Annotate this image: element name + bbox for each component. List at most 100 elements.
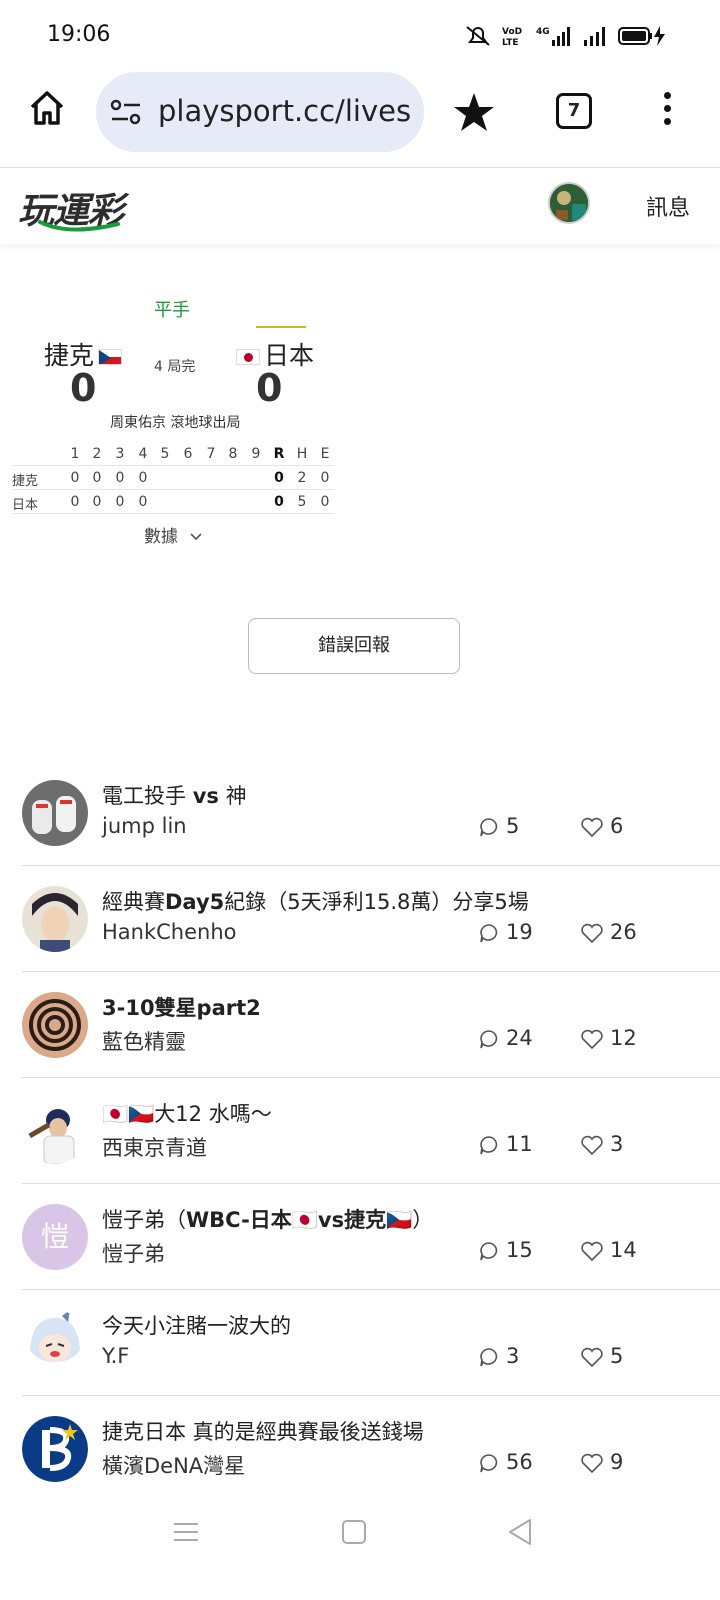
logo-swoosh-icon [38,220,120,232]
list-item[interactable]: 電工投手 vs 神 jump lin 5 6 [22,760,720,866]
inning-score: 0 [138,470,148,486]
like-count: 14 [580,1238,637,1262]
back-triangle-icon [509,1519,531,1545]
comment-count: 24 [478,1026,533,1050]
post-author: HankChenho [102,920,237,944]
list-item[interactable]: 愷 愷子弟（WBC-日本🇯🇵vs捷克🇨🇿） 愷子弟 15 14 [22,1184,720,1290]
post-author: 藍色精靈 [102,1030,186,1054]
back-button[interactable] [500,1512,540,1552]
url-text: playsport.cc/lives [158,94,412,128]
avatar-letter: 愷 [40,1220,69,1253]
like-count: 3 [580,1132,623,1156]
address-bar[interactable]: playsport.cc/lives [96,72,424,152]
post-title: 今天小注賭一波大的 [102,1314,291,1338]
post-title: 愷子弟（WBC-日本🇯🇵vs捷克🇨🇿） [102,1208,434,1232]
comment-icon [480,1454,498,1473]
messages-link[interactable]: 訊息 [646,190,690,222]
signal-4g-icon: 4G [536,27,570,46]
inning-score: 0 [70,494,80,510]
browser-toolbar: playsport.cc/lives 7 [0,68,720,168]
comment-icon [480,1242,498,1261]
line-score-table: 1 2 3 4 5 6 7 8 9 R H E 捷克 0 0 0 0 0 2 0… [12,442,334,514]
heart-icon [581,817,603,838]
home-button[interactable] [27,88,67,128]
status-bar: 19:06 VoD LTE 4G [0,0,720,68]
line-score-row-away: 捷克 0 0 0 0 0 2 0 [12,466,334,490]
dot [663,105,671,112]
line-score-team: 日本 [12,498,39,513]
inning-header: 8 [228,446,238,462]
stats-toggle[interactable]: 數據 [144,522,203,547]
square-icon [342,1520,366,1544]
post-author: jump lin [102,814,187,838]
site-logo[interactable]: 玩運彩 [18,178,150,236]
user-avatar[interactable] [548,182,590,224]
errors-total: 0 [320,470,330,486]
comment-count: 3 [478,1344,519,1368]
like-count: 5 [580,1344,623,1368]
line-score-row-home: 日本 0 0 0 0 0 5 0 [12,490,334,514]
recents-button[interactable] [166,1512,206,1552]
site-header: 玩運彩 訊息 [0,168,720,244]
status-icons: VoD LTE 4G [464,22,668,50]
heart-icon [581,1135,603,1156]
site-settings-icon[interactable] [110,98,142,126]
avatar [22,1416,88,1482]
comment-count: 5 [478,814,519,838]
comment-icon [480,818,498,837]
avatar [22,780,88,846]
list-item[interactable]: 🇯🇵🇨🇿大12 水嗎～ 西東京青道 11 3 [22,1078,720,1184]
hits-total: 2 [297,470,307,486]
last-play: 周東佑京 滾地球出局 [110,415,241,431]
status-time: 19:06 [47,22,111,47]
dot [663,118,671,125]
inning-score: 0 [138,494,148,510]
hits-total: 5 [297,494,307,510]
post-title: 3-10雙星part2 [102,996,261,1020]
list-item[interactable]: 3-10雙星part2 藍色精靈 24 12 [22,972,720,1078]
like-count: 9 [580,1450,623,1474]
errors-total: 0 [320,494,330,510]
avatar-image [550,184,588,222]
line-score-header: 1 2 3 4 5 6 7 8 9 R H E [12,442,334,466]
star-icon [454,93,494,131]
comment-count: 15 [478,1238,533,1262]
japan-flag-icon [236,349,260,365]
runs-total: 0 [274,470,284,486]
chevron-down-icon [190,533,202,541]
home-icon [30,91,64,125]
result-label: 平手 [154,300,190,321]
post-title: 捷克日本 真的是經典賽最後送錢場 [102,1420,424,1444]
volte-icon: VoDLTE [502,27,522,48]
inning-header: 6 [183,446,193,462]
home-team-indicator [256,326,306,328]
comment-icon [480,1348,498,1367]
home-nav-button[interactable] [334,1512,374,1552]
inning-header: 9 [251,446,261,462]
list-item[interactable]: 今天小注賭一波大的 Y.F 3 5 [22,1290,720,1396]
error-report-button[interactable]: 錯誤回報 [248,618,460,674]
list-item[interactable]: 經典賽Day5紀錄（5天淨利15.8萬）分享5場 HankChenho 19 2… [22,866,720,972]
signal-icon [584,27,605,46]
like-count: 12 [580,1026,637,1050]
more-menu-button[interactable] [660,92,674,132]
heart-icon [581,923,603,944]
post-author: 橫濱DeNA灣星 [102,1454,246,1478]
avatar [22,886,88,952]
runs-header: R [273,446,285,462]
inning-score: 0 [92,494,102,510]
svg-text:LTE: LTE [502,38,519,48]
inning-score: 0 [92,470,102,486]
svg-text:VoD: VoD [502,27,522,37]
hits-header: H [296,446,308,462]
post-author: Y.F [102,1344,130,1368]
inning-header: 2 [92,446,102,462]
inning-status: 4 局完 [154,359,196,375]
bookmark-button[interactable] [452,90,496,134]
inning-score: 0 [115,470,125,486]
tab-switcher-button[interactable]: 7 [556,93,592,129]
heart-icon [581,1453,603,1474]
list-item[interactable]: 捷克日本 真的是經典賽最後送錢場 橫濱DeNA灣星 56 9 [22,1396,720,1502]
like-count: 6 [580,814,623,838]
comment-count: 11 [478,1132,533,1156]
